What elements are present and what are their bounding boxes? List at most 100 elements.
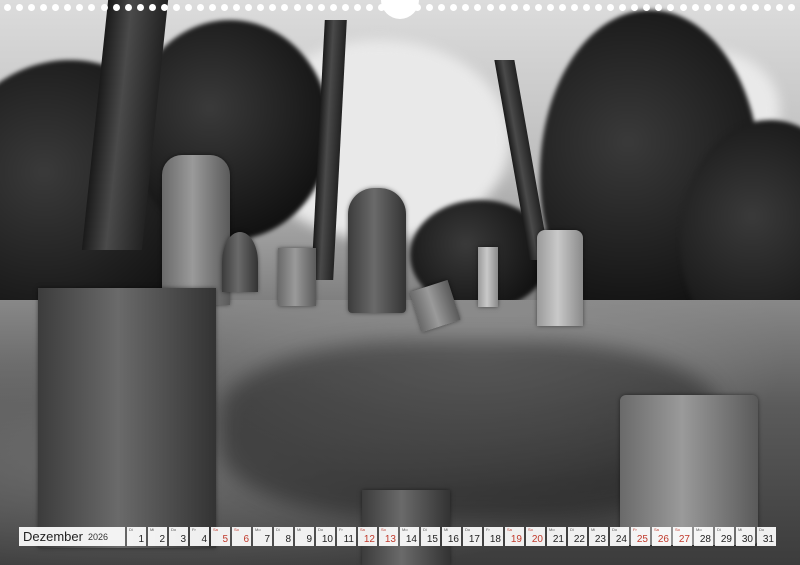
binding-hole xyxy=(631,3,639,11)
calendar-day: Fr 25 xyxy=(631,527,650,546)
gravestone xyxy=(222,232,258,292)
day-number: 25 xyxy=(636,534,648,545)
binding-hole xyxy=(329,3,337,11)
binding-hole xyxy=(739,3,747,11)
day-number: 27 xyxy=(678,534,690,545)
binding-hole xyxy=(365,3,373,11)
day-of-week: Do xyxy=(171,527,177,532)
day-of-week: Mo xyxy=(255,527,261,532)
day-of-week: Do xyxy=(318,527,324,532)
calendar-day: So 13 xyxy=(379,527,398,546)
binding-hole xyxy=(305,3,313,11)
binding-hole xyxy=(655,3,663,11)
calendar-day: Fr 4 xyxy=(190,527,209,546)
binding-hole xyxy=(197,3,204,11)
day-of-week: Mi xyxy=(591,527,596,532)
calendar-day: Sa 5 xyxy=(211,527,230,546)
binding-hole xyxy=(691,3,699,11)
calendar-day: Do 10 xyxy=(316,527,335,546)
binding-hole xyxy=(679,3,687,11)
binding-hole xyxy=(788,3,796,11)
day-number: 19 xyxy=(510,534,522,545)
calendar-day: Mo 21 xyxy=(547,527,566,546)
day-of-week: Sa xyxy=(213,527,218,532)
day-number: 1 xyxy=(138,534,144,545)
day-of-week: Mo xyxy=(402,527,408,532)
day-of-week: Mo xyxy=(549,527,555,532)
binding-hole xyxy=(546,3,554,11)
day-number: 8 xyxy=(285,534,291,545)
day-number: 29 xyxy=(720,534,732,545)
binding-hole xyxy=(124,3,132,11)
day-of-week: So xyxy=(675,527,680,532)
calendar-day: Mo 28 xyxy=(694,527,713,546)
binding-hole xyxy=(462,3,470,11)
binding-hole xyxy=(4,3,11,11)
day-of-week: Mi xyxy=(444,527,449,532)
binding-hole xyxy=(583,3,590,11)
binding-hole xyxy=(474,3,482,11)
day-number: 18 xyxy=(489,534,501,545)
month-label: Dezember 2026 xyxy=(19,527,125,546)
binding-hole xyxy=(667,3,675,11)
binding-hole xyxy=(172,3,180,11)
day-of-week: Sa xyxy=(360,527,365,532)
binding-hole xyxy=(522,3,530,11)
day-of-week: Mi xyxy=(150,527,155,532)
binding-hole xyxy=(209,3,217,11)
binding-hole xyxy=(281,3,289,11)
day-number: 16 xyxy=(447,534,459,545)
gravestone xyxy=(38,288,216,548)
day-of-week: Mo xyxy=(696,527,702,532)
day-number: 15 xyxy=(426,534,438,545)
binding-hole xyxy=(486,3,494,11)
gravestone xyxy=(478,247,498,307)
calendar-day: Do 17 xyxy=(463,527,482,546)
calendar-day: Di 1 xyxy=(127,527,146,546)
binding-hole xyxy=(570,3,578,11)
binding-hole xyxy=(184,3,192,11)
calendar-day: So 20 xyxy=(526,527,545,546)
day-number: 31 xyxy=(762,534,774,545)
binding-hole xyxy=(317,3,325,11)
binding-hole xyxy=(64,3,72,11)
calendar-day: Di 22 xyxy=(568,527,587,546)
gravestone xyxy=(278,248,316,306)
calendar-day: Mi 9 xyxy=(295,527,314,546)
day-number: 14 xyxy=(405,534,417,545)
calendar-day: So 6 xyxy=(232,527,251,546)
gravestone xyxy=(537,230,583,326)
day-number: 21 xyxy=(552,534,564,545)
binding-hole xyxy=(619,3,627,11)
binding-hole xyxy=(595,3,603,11)
calendar-day: Mi 2 xyxy=(148,527,167,546)
day-of-week: Di xyxy=(570,527,574,532)
binding-hole xyxy=(136,3,144,11)
binding-hole xyxy=(160,3,168,11)
binding-hole xyxy=(763,3,771,11)
binding-hole xyxy=(498,3,506,11)
day-of-week: Fr xyxy=(633,527,637,532)
day-number: 4 xyxy=(201,534,207,545)
binding-hole xyxy=(148,3,156,11)
calendar-day: Fr 18 xyxy=(484,527,503,546)
day-number: 11 xyxy=(343,534,354,545)
calendar-day: Sa 19 xyxy=(505,527,524,546)
binding-hole xyxy=(76,3,84,11)
day-number: 17 xyxy=(468,534,480,545)
day-number: 23 xyxy=(594,534,606,545)
calendar-day: Sa 26 xyxy=(652,527,671,546)
binding-hole xyxy=(341,3,349,11)
binding-hole xyxy=(100,3,108,11)
binding-hole xyxy=(727,3,735,11)
calendar-day: Mi 23 xyxy=(589,527,608,546)
day-of-week: Di xyxy=(129,527,133,532)
day-of-week: Fr xyxy=(486,527,490,532)
binding-hole xyxy=(40,3,48,11)
day-of-week: Do xyxy=(759,527,765,532)
day-of-week: Mi xyxy=(297,527,302,532)
day-of-week: Sa xyxy=(507,527,512,532)
calendar-day: Mo 7 xyxy=(253,527,272,546)
gravestone xyxy=(162,155,230,305)
binding-hole xyxy=(353,3,361,11)
